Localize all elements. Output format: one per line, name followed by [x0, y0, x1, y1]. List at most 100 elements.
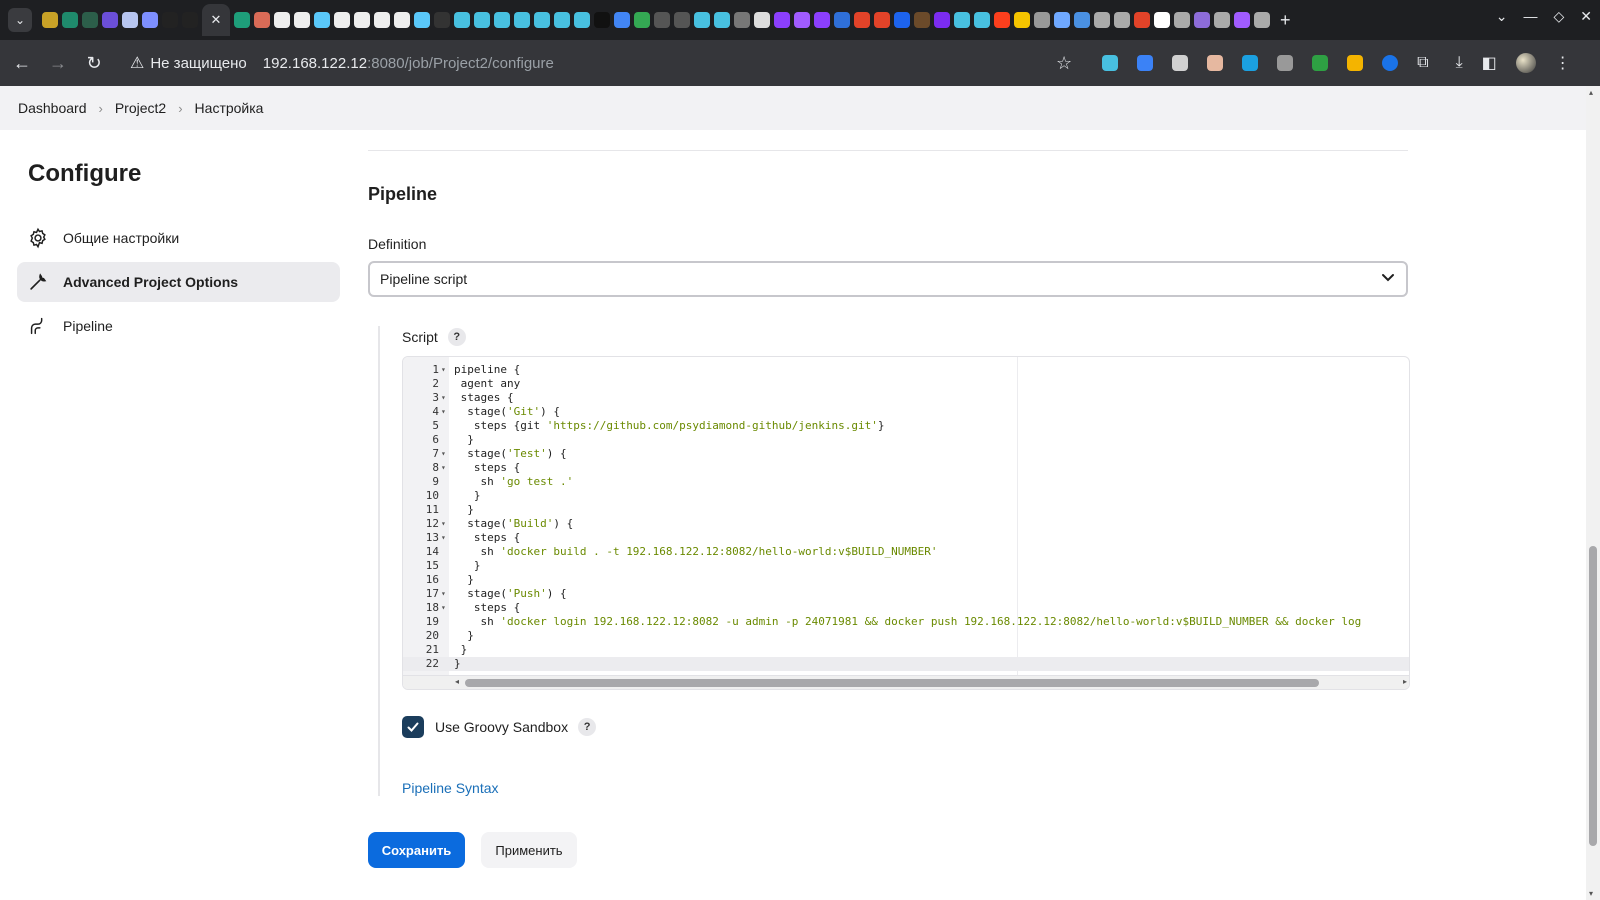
code-line[interactable]: 13 ▾ steps {: [403, 531, 1409, 545]
extension-icon[interactable]: [1277, 55, 1294, 71]
sidebar-item-pipeline[interactable]: Pipeline: [17, 306, 340, 346]
minimize-icon[interactable]: —: [1523, 8, 1537, 25]
tab-favicon[interactable]: [454, 12, 470, 28]
close-window-icon[interactable]: ✕: [1580, 8, 1592, 25]
extension-icon[interactable]: [1102, 55, 1119, 71]
code-line[interactable]: 20 }: [403, 629, 1409, 643]
zoom-extension-icon[interactable]: [1382, 55, 1399, 71]
extension-icon[interactable]: [1242, 55, 1259, 71]
tab-favicon[interactable]: [714, 12, 730, 28]
bookmark-star-icon[interactable]: ☆: [1056, 53, 1072, 74]
fold-arrow-icon[interactable]: ▾: [441, 517, 446, 531]
shield-extension-icon[interactable]: [1137, 55, 1154, 71]
tab-favicon[interactable]: [314, 12, 330, 28]
github-tab-icon[interactable]: [274, 12, 290, 28]
puzzle-icon[interactable]: ⧉: [1417, 54, 1428, 72]
tab-favicon[interactable]: [654, 12, 670, 28]
forward-icon[interactable]: →: [40, 53, 76, 74]
menu-dots-icon[interactable]: ⋮: [1555, 53, 1571, 73]
code-line[interactable]: 1 ▾ pipeline {: [403, 363, 1409, 377]
breadcrumb-configure[interactable]: Настройка: [195, 100, 264, 116]
tab-favicon[interactable]: [414, 12, 430, 28]
github-tab-icon[interactable]: [294, 12, 310, 28]
code-line[interactable]: 12 ▾ stage('Build') {: [403, 517, 1409, 531]
tab-favicon[interactable]: [954, 12, 970, 28]
code-line[interactable]: 15 }: [403, 559, 1409, 573]
tab-favicon[interactable]: [234, 12, 250, 28]
sidebar-item-general[interactable]: Общие настройки: [17, 218, 340, 258]
tab-favicon[interactable]: [1154, 12, 1170, 28]
tab-favicon[interactable]: [102, 12, 118, 28]
tab-favicon[interactable]: [42, 12, 58, 28]
download-arrow-extension-icon[interactable]: [1312, 55, 1329, 71]
sandbox-checkbox[interactable]: [402, 716, 424, 738]
apply-button[interactable]: Применить: [481, 832, 577, 868]
tab-favicon[interactable]: [534, 12, 550, 28]
code-line[interactable]: 3 ▾ stages {: [403, 391, 1409, 405]
tab-favicon[interactable]: [734, 12, 750, 28]
code-line[interactable]: 6 }: [403, 433, 1409, 447]
tab-favicon[interactable]: [434, 12, 450, 28]
tab-favicon[interactable]: [182, 12, 198, 28]
pipeline-syntax-link[interactable]: Pipeline Syntax: [402, 780, 499, 796]
new-tab-button[interactable]: +: [1280, 10, 1291, 31]
maximize-icon[interactable]: ◇: [1553, 8, 1564, 25]
tab-favicon[interactable]: [1114, 12, 1130, 28]
tab-favicon[interactable]: [1194, 12, 1210, 28]
code-line[interactable]: 14 sh 'docker build . -t 192.168.122.12:…: [403, 545, 1409, 559]
help-icon[interactable]: ?: [578, 718, 597, 736]
tab-favicon[interactable]: [934, 12, 950, 28]
code-line[interactable]: 19 sh 'docker login 192.168.122.12:8082 …: [403, 615, 1409, 629]
tab-favicon[interactable]: [1234, 12, 1250, 28]
gitlab-tab-icon[interactable]: [854, 12, 870, 28]
profile-avatar[interactable]: [1515, 53, 1536, 73]
code-line[interactable]: 2 agent any: [403, 377, 1409, 391]
horizontal-scrollbar[interactable]: ◂ ▸: [403, 675, 1409, 689]
code-line[interactable]: 8 ▾ steps {: [403, 461, 1409, 475]
code-line[interactable]: 16 }: [403, 573, 1409, 587]
download-icon[interactable]: ⤓: [1456, 54, 1463, 72]
tab-favicon[interactable]: [614, 12, 630, 28]
code-line[interactable]: 18 ▾ steps {: [403, 601, 1409, 615]
tab-favicon[interactable]: [834, 12, 850, 28]
tab-favicon[interactable]: [754, 12, 770, 28]
sidebar-item-advanced[interactable]: Advanced Project Options: [17, 262, 340, 302]
code-line[interactable]: 4 ▾ stage('Git') {: [403, 405, 1409, 419]
fold-arrow-icon[interactable]: ▾: [441, 363, 446, 377]
page-scrollbar-thumb[interactable]: [1589, 546, 1597, 846]
github-tab-icon[interactable]: [354, 12, 370, 28]
scrollbar-thumb[interactable]: [465, 679, 1319, 687]
code-line[interactable]: 10 }: [403, 489, 1409, 503]
tab-favicon[interactable]: [1054, 12, 1070, 28]
tab-favicon[interactable]: [1094, 12, 1110, 28]
active-tab[interactable]: ✕: [202, 4, 230, 36]
tab-favicon[interactable]: [514, 12, 530, 28]
code-editor[interactable]: 1 ▾ pipeline {2 agent any 3 ▾ stages {4 ▾ sta…: [402, 356, 1410, 690]
tab-favicon[interactable]: [554, 12, 570, 28]
tab-favicon[interactable]: [974, 12, 990, 28]
fold-arrow-icon[interactable]: ▾: [441, 405, 446, 419]
fold-arrow-icon[interactable]: ▾: [441, 461, 446, 475]
fold-arrow-icon[interactable]: ▾: [441, 447, 446, 461]
gitlab-tab-icon[interactable]: [1134, 12, 1150, 28]
fold-arrow-icon[interactable]: ▾: [441, 601, 446, 615]
tab-favicon[interactable]: [1014, 12, 1030, 28]
definition-select[interactable]: Pipeline script: [368, 261, 1408, 297]
tab-favicon[interactable]: [774, 12, 790, 28]
tab-favicon[interactable]: [894, 12, 910, 28]
code-line[interactable]: 7 ▾ stage('Test') {: [403, 447, 1409, 461]
tab-favicon[interactable]: [62, 12, 78, 28]
tab-favicon[interactable]: [594, 12, 610, 28]
side-panel-icon[interactable]: ◧: [1482, 53, 1497, 73]
tab-favicon[interactable]: [694, 12, 710, 28]
fold-arrow-icon[interactable]: ▾: [441, 531, 446, 545]
scroll-left-icon[interactable]: ◂: [455, 677, 459, 686]
save-button[interactable]: Сохранить: [368, 832, 465, 868]
help-icon[interactable]: ?: [447, 328, 466, 346]
tab-favicon[interactable]: [674, 12, 690, 28]
tab-favicon[interactable]: [914, 12, 930, 28]
code-line[interactable]: 9 sh 'go test .': [403, 475, 1409, 489]
github-tab-icon[interactable]: [334, 12, 350, 28]
tab-favicon[interactable]: [574, 12, 590, 28]
close-tab-icon[interactable]: ✕: [211, 12, 222, 28]
